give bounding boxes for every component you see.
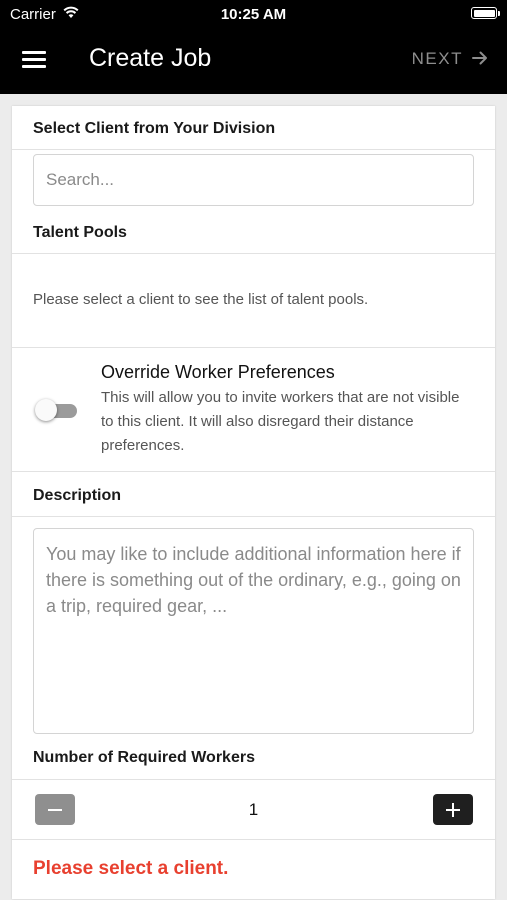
battery-icon: [471, 7, 500, 19]
client-section-label: Select Client from Your Division: [33, 120, 276, 137]
override-preferences-toggle[interactable]: [35, 398, 79, 422]
divider: [12, 779, 495, 780]
override-title: Override Worker Preferences: [101, 362, 335, 382]
next-button[interactable]: NEXT: [412, 49, 489, 69]
hamburger-menu-icon[interactable]: [22, 50, 48, 70]
talent-pools-message: Please select a client to see the list o…: [33, 291, 369, 308]
workers-count: 1: [248, 800, 259, 819]
next-button-label: NEXT: [411, 49, 463, 68]
client-search-field[interactable]: [33, 154, 474, 206]
description-label: Description: [33, 487, 122, 504]
divider: [12, 516, 495, 517]
plus-icon: [446, 803, 460, 817]
divider: [12, 839, 495, 840]
divider: [12, 253, 495, 254]
divider: [12, 149, 495, 150]
talent-pools-label: Talent Pools: [33, 224, 127, 241]
increment-workers-button[interactable]: [433, 794, 473, 825]
status-bar: Carrier 10:25 AM: [0, 0, 507, 28]
divider: [12, 471, 495, 472]
client-search-input[interactable]: [34, 155, 473, 205]
description-textarea[interactable]: [34, 529, 473, 733]
toggle-knob: [35, 399, 57, 421]
app-header: Carrier 10:25 AM Create Job NEXT: [0, 0, 507, 94]
status-time: 10:25 AM: [220, 6, 287, 23]
divider: [12, 347, 495, 348]
create-job-form: Select Client from Your Division Talent …: [12, 106, 495, 899]
workers-label: Number of Required Workers: [33, 749, 255, 766]
arrow-right-icon: [471, 49, 489, 67]
description-field[interactable]: [33, 528, 474, 734]
override-description: This will allow you to invite workers th…: [101, 389, 460, 454]
validation-error: Please select a client.: [33, 858, 229, 879]
page-title: Create Job: [89, 44, 212, 72]
